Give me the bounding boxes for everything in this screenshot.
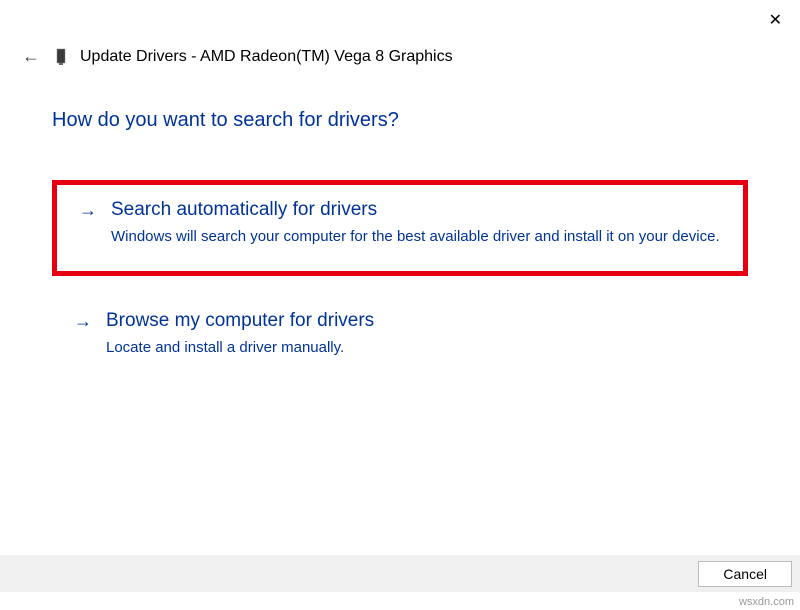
cancel-button[interactable]: Cancel <box>698 561 792 587</box>
watermark: wsxdn.com <box>739 596 794 608</box>
arrow-right-icon: → <box>79 200 97 221</box>
dialog-content: How do you want to search for drivers? →… <box>0 79 800 379</box>
option-header: → Search automatically for drivers <box>79 199 721 221</box>
option-search-automatically[interactable]: → Search automatically for drivers Windo… <box>52 180 748 276</box>
arrow-right-icon: → <box>74 311 92 332</box>
option-title: Browse my computer for drivers <box>106 310 374 332</box>
back-arrow-icon[interactable]: ← <box>20 44 42 69</box>
dialog-header: ← Update Drivers - AMD Radeon(TM) Vega 8… <box>0 0 800 79</box>
close-icon[interactable]: ✕ <box>763 8 788 32</box>
device-icon <box>54 48 68 66</box>
option-title: Search automatically for drivers <box>111 199 377 221</box>
window-title: Update Drivers - AMD Radeon(TM) Vega 8 G… <box>80 48 453 66</box>
option-browse-computer[interactable]: → Browse my computer for drivers Locate … <box>52 310 748 378</box>
option-description: Windows will search your computer for th… <box>79 227 721 247</box>
option-header: → Browse my computer for drivers <box>74 310 726 332</box>
question-heading: How do you want to search for drivers? <box>52 109 748 132</box>
dialog-footer: Cancel <box>0 555 800 592</box>
option-description: Locate and install a driver manually. <box>74 338 726 358</box>
